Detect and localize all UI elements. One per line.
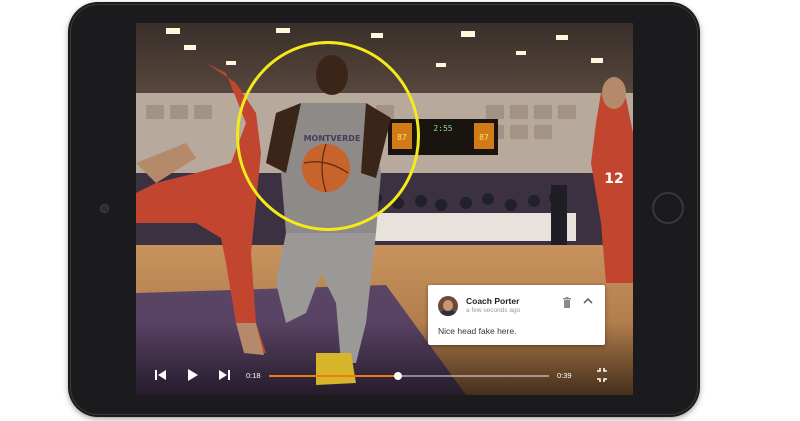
- previous-icon[interactable]: [154, 365, 168, 385]
- duration: 0:39: [557, 371, 572, 380]
- comment-author: Coach Porter: [466, 296, 520, 306]
- comment-card[interactable]: Coach Porter a few seconds ago Nice head…: [428, 285, 605, 345]
- next-icon[interactable]: [217, 365, 231, 385]
- chevron-up-icon[interactable]: [582, 295, 594, 307]
- comment-timestamp: a few seconds ago: [466, 307, 521, 314]
- scoreboard-time: 2:55: [433, 124, 452, 133]
- avatar: [438, 296, 458, 316]
- highlight-circle-annotation: [236, 41, 420, 231]
- comment-text: Nice head fake here.: [438, 326, 517, 336]
- camera-icon: [100, 204, 109, 213]
- player-controls: 0:18 0:39: [136, 365, 633, 395]
- home-button[interactable]: [652, 192, 684, 224]
- trash-icon[interactable]: [562, 297, 572, 308]
- progress-handle[interactable]: [393, 372, 402, 380]
- fullscreen-icon[interactable]: [595, 365, 609, 385]
- progress-track[interactable]: [269, 372, 549, 380]
- opponent-number: 12: [604, 171, 623, 187]
- progress-fill: [269, 375, 398, 377]
- play-icon[interactable]: [186, 365, 200, 385]
- current-time: 0:18: [246, 371, 261, 380]
- scoreboard-right: 87: [479, 133, 489, 142]
- video-player[interactable]: 2:55 87 87 MONTVERDE 12 Coach Porter a f…: [136, 23, 633, 395]
